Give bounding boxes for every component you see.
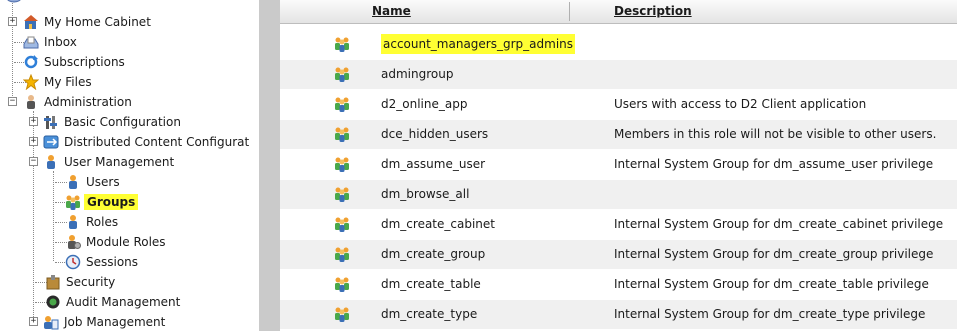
tree-item-administration[interactable]: Administration: [23, 92, 134, 112]
table-row[interactable]: dm_create_table Internal System Group for…: [280, 270, 957, 299]
panel-splitter[interactable]: [259, 0, 280, 331]
collapse-toggle[interactable]: −: [29, 157, 38, 166]
tree-item-label: My Home Cabinet: [44, 15, 151, 29]
audit-icon: [46, 295, 60, 309]
basic-configuration-icon: [44, 116, 57, 129]
table-row[interactable]: dm_create_group Internal System Group for…: [280, 240, 957, 269]
subscriptions-icon: [24, 55, 38, 69]
tree-item-groups[interactable]: Groups: [65, 192, 139, 212]
table-row[interactable]: dm_create_cabinet Internal System Group f…: [280, 210, 957, 239]
module-role-icon: [68, 235, 81, 249]
group-name[interactable]: dm_create_type: [381, 300, 477, 329]
group-icon: [335, 127, 349, 142]
column-header-name[interactable]: Name: [372, 0, 411, 23]
tree-item-label: Subscriptions: [44, 55, 125, 69]
tree-item-security[interactable]: Security: [45, 272, 117, 292]
group-icon: [335, 217, 349, 232]
table-row[interactable]: dm_browse_all: [280, 180, 957, 209]
security-icon: [46, 275, 60, 290]
grid-header: Name Description: [280, 0, 957, 24]
inbox-icon: [23, 36, 39, 49]
tree-item-job-management[interactable]: Job Management: [43, 312, 167, 331]
star-icon: [23, 74, 39, 90]
group-icon: [335, 307, 349, 322]
group-name[interactable]: admingroup: [381, 60, 453, 89]
tree-item-sessions[interactable]: Sessions: [65, 252, 140, 272]
distributed-content-icon: [43, 135, 59, 149]
tree-item-audit-management[interactable]: Audit Management: [45, 292, 182, 312]
table-row[interactable]: admingroup: [280, 60, 957, 89]
group-description: Internal System Group for dm_create_cabi…: [614, 217, 944, 231]
user-icon: [69, 175, 77, 189]
tree-item-label: Basic Configuration: [64, 115, 181, 129]
tree-item-label: Roles: [86, 215, 119, 229]
tree-item-basic-configuration[interactable]: Basic Configuration: [43, 112, 183, 132]
group-icon: [335, 247, 349, 262]
group-description: Internal System Group for dm_create_grou…: [614, 247, 934, 261]
tree-item-label: Inbox: [44, 35, 77, 49]
group-name[interactable]: dce_hidden_users: [381, 120, 488, 149]
tree-item-label: Job Management: [64, 315, 166, 329]
tree-item-label: Audit Management: [66, 295, 181, 309]
groups-grid: Name Description account_managers_grp_ad…: [280, 0, 957, 331]
group-name[interactable]: d2_online_app: [381, 90, 467, 119]
expand-toggle[interactable]: +: [29, 117, 38, 126]
group-icon: [335, 37, 349, 52]
group-description: Internal System Group for dm_create_tabl…: [614, 277, 929, 291]
group-name[interactable]: dm_create_table: [381, 270, 481, 299]
group-icon: [335, 67, 349, 82]
tree-item-label: Administration: [44, 95, 132, 109]
role-icon: [69, 215, 77, 229]
group-icon: [335, 187, 349, 202]
tree-item-label: Module Roles: [86, 235, 166, 249]
tree-item-my-files[interactable]: My Files: [23, 72, 94, 92]
tree-item-subscriptions[interactable]: Subscriptions: [23, 52, 127, 72]
group-name[interactable]: dm_create_cabinet: [381, 210, 495, 239]
tree-item-label: Distributed Content Configurat: [64, 135, 250, 149]
expand-toggle[interactable]: +: [8, 17, 17, 26]
home-cabinet-icon: [24, 15, 38, 29]
tree-item-label: My Files: [44, 75, 92, 89]
tree-item-roles[interactable]: Roles: [65, 212, 120, 232]
group-icon: [335, 277, 349, 292]
group-name[interactable]: dm_create_group: [381, 240, 485, 269]
repository-icon: [7, 0, 21, 3]
group-name[interactable]: dm_assume_user: [381, 150, 485, 179]
navigation-tree: + My Home Cabinet Inbox Subscriptions My…: [0, 0, 259, 331]
tree-item-label: Security: [66, 275, 116, 289]
column-resize-handle[interactable]: [569, 2, 570, 21]
tree-item-my-home-cabinet[interactable]: My Home Cabinet: [23, 12, 153, 32]
table-row[interactable]: d2_online_app Users with access to D2 Cli…: [280, 90, 957, 119]
group-description: Internal System Group for dm_assume_user…: [614, 157, 934, 171]
administration-icon: [27, 95, 35, 109]
tree-item-label: Users: [86, 175, 120, 189]
group-icon: [335, 97, 349, 112]
table-row[interactable]: dm_assume_user Internal System Group for …: [280, 150, 957, 179]
tree-item-label: User Management: [64, 155, 175, 169]
tree-item-module-roles[interactable]: Module Roles: [65, 232, 168, 252]
user-management-icon: [47, 155, 55, 169]
tree-item-label: Sessions: [86, 255, 139, 269]
group-description: Internal System Group for dm_create_type…: [614, 307, 926, 321]
tree-item-distributed-content-configuration[interactable]: Distributed Content Configurat: [43, 132, 251, 152]
tree-item-users[interactable]: Users: [65, 172, 122, 192]
job-management-icon: [44, 316, 59, 330]
group-description: Users with access to D2 Client applicati…: [614, 97, 867, 111]
tree-item-inbox[interactable]: Inbox: [23, 32, 79, 52]
collapse-toggle[interactable]: −: [8, 97, 17, 106]
group-icon: [66, 195, 80, 210]
tree-item-label: Groups: [84, 194, 139, 210]
expand-toggle[interactable]: +: [29, 317, 38, 326]
tree-item-user-management[interactable]: User Management: [43, 152, 176, 172]
table-row[interactable]: dce_hidden_users Members in this role wil…: [280, 120, 957, 149]
group-icon: [335, 157, 349, 172]
table-row[interactable]: dm_create_type Internal System Group for …: [280, 300, 957, 329]
group-description: Members in this role will not be visible…: [614, 127, 937, 141]
column-header-description[interactable]: Description: [614, 0, 692, 23]
table-row[interactable]: account_managers_grp_admins: [280, 30, 957, 59]
sessions-icon: [65, 254, 81, 270]
group-name[interactable]: dm_browse_all: [381, 180, 469, 209]
group-name[interactable]: account_managers_grp_admins: [381, 30, 576, 59]
expand-toggle[interactable]: +: [29, 137, 38, 146]
